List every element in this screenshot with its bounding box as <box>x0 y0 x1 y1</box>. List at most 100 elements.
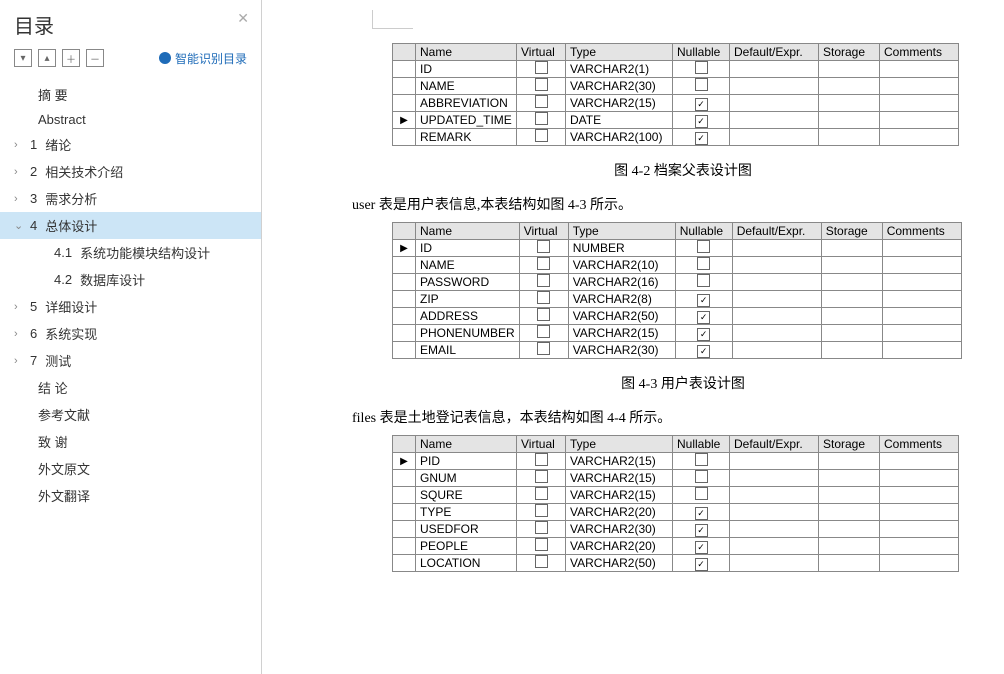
checkbox-icon[interactable]: ✓ <box>695 524 708 537</box>
checkbox-icon[interactable] <box>535 95 548 108</box>
checkbox-icon[interactable] <box>537 240 550 253</box>
cell-type: VARCHAR2(10) <box>568 257 675 274</box>
table-row[interactable]: PEOPLEVARCHAR2(20)✓ <box>393 538 959 555</box>
checkbox-icon[interactable]: ✓ <box>697 294 710 307</box>
checkbox-icon[interactable] <box>697 240 710 253</box>
close-icon[interactable]: ✕ <box>237 10 249 27</box>
table-row[interactable]: NAMEVARCHAR2(30) <box>393 78 959 95</box>
toc-item-9[interactable]: ›6系统实现 <box>0 320 261 347</box>
zoom-in-icon[interactable]: ＋ <box>62 49 80 67</box>
toc-item-4[interactable]: ›3需求分析 <box>0 185 261 212</box>
row-marker-icon <box>393 308 416 325</box>
checkbox-icon[interactable]: ✓ <box>695 132 708 145</box>
checkbox-icon[interactable]: ✓ <box>695 558 708 571</box>
checkbox-icon[interactable]: ✓ <box>695 98 708 111</box>
toc-item-0[interactable]: 摘 要 <box>0 81 261 108</box>
checkbox-icon[interactable] <box>697 257 710 270</box>
toc-num: 2 <box>30 164 37 179</box>
table-row[interactable]: TYPEVARCHAR2(20)✓ <box>393 504 959 521</box>
table-row[interactable]: REMARKVARCHAR2(100)✓ <box>393 129 959 146</box>
checkbox-icon[interactable] <box>535 504 548 517</box>
table-row[interactable]: ▶IDNUMBER <box>393 240 962 257</box>
col-nullable: Nullable <box>675 223 732 240</box>
cell-virtual <box>519 291 568 308</box>
table-row[interactable]: EMAILVARCHAR2(30)✓ <box>393 342 962 359</box>
checkbox-icon[interactable]: ✓ <box>695 507 708 520</box>
checkbox-icon[interactable] <box>535 538 548 551</box>
checkbox-icon[interactable] <box>535 521 548 534</box>
table-row[interactable]: PHONENUMBERVARCHAR2(15)✓ <box>393 325 962 342</box>
checkbox-icon[interactable] <box>535 129 548 142</box>
zoom-out-icon[interactable]: － <box>86 49 104 67</box>
toc-item-12[interactable]: 参考文献 <box>0 401 261 428</box>
checkbox-icon[interactable] <box>535 555 548 568</box>
toc-num: 4 <box>30 218 37 233</box>
chevron-icon: › <box>14 193 26 205</box>
checkbox-icon[interactable] <box>695 78 708 91</box>
checkbox-icon[interactable] <box>535 470 548 483</box>
smart-toc-link[interactable]: 智能识别目录 <box>159 50 247 67</box>
cell-comments <box>880 504 959 521</box>
table-row[interactable]: GNUMVARCHAR2(15) <box>393 470 959 487</box>
cell-name: TYPE <box>416 504 517 521</box>
cell-default <box>730 61 819 78</box>
expand-all-icon[interactable]: ▴ <box>38 49 56 67</box>
checkbox-icon[interactable] <box>695 61 708 74</box>
table-row[interactable]: USEDFORVARCHAR2(30)✓ <box>393 521 959 538</box>
table-row[interactable]: PASSWORDVARCHAR2(16) <box>393 274 962 291</box>
checkbox-icon[interactable] <box>537 342 550 355</box>
cell-name: NAME <box>416 257 520 274</box>
toc-label: 详细设计 <box>45 297 97 316</box>
toc-item-14[interactable]: 外文原文 <box>0 455 261 482</box>
col-nullable: Nullable <box>673 44 730 61</box>
table-row[interactable]: ▶UPDATED_TIMEDATE✓ <box>393 112 959 129</box>
toc-item-7[interactable]: 4.2数据库设计 <box>0 266 261 293</box>
checkbox-icon[interactable] <box>537 274 550 287</box>
cell-nullable <box>673 487 730 504</box>
col-storage: Storage <box>819 436 880 453</box>
checkbox-icon[interactable] <box>535 453 548 466</box>
checkbox-icon[interactable] <box>535 487 548 500</box>
chevron-icon: › <box>14 139 26 151</box>
toc-item-1[interactable]: Abstract <box>0 108 261 131</box>
table-row[interactable]: LOCATIONVARCHAR2(50)✓ <box>393 555 959 572</box>
toc-item-11[interactable]: 结 论 <box>0 374 261 401</box>
checkbox-icon[interactable] <box>537 325 550 338</box>
table-row[interactable]: SQUREVARCHAR2(15) <box>393 487 959 504</box>
checkbox-icon[interactable] <box>695 487 708 500</box>
checkbox-icon[interactable]: ✓ <box>697 345 710 358</box>
toc-item-2[interactable]: ›1绪论 <box>0 131 261 158</box>
checkbox-icon[interactable] <box>535 78 548 91</box>
toc-item-15[interactable]: 外文翻译 <box>0 482 261 509</box>
checkbox-icon[interactable]: ✓ <box>697 328 710 341</box>
row-marker-icon <box>393 342 416 359</box>
cell-storage <box>819 555 880 572</box>
checkbox-icon[interactable]: ✓ <box>697 311 710 324</box>
toc-item-5[interactable]: ⌄4总体设计 <box>0 212 261 239</box>
checkbox-icon[interactable] <box>537 291 550 304</box>
row-marker-icon <box>393 325 416 342</box>
cell-nullable <box>675 257 732 274</box>
toc-item-8[interactable]: ›5详细设计 <box>0 293 261 320</box>
checkbox-icon[interactable]: ✓ <box>695 115 708 128</box>
checkbox-icon[interactable] <box>697 274 710 287</box>
checkbox-icon[interactable] <box>695 470 708 483</box>
toc-item-3[interactable]: ›2相关技术介绍 <box>0 158 261 185</box>
checkbox-icon[interactable] <box>535 112 548 125</box>
checkbox-icon[interactable] <box>695 453 708 466</box>
table-row[interactable]: IDVARCHAR2(1) <box>393 61 959 78</box>
checkbox-icon[interactable] <box>535 61 548 74</box>
table-row[interactable]: ZIPVARCHAR2(8)✓ <box>393 291 962 308</box>
checkbox-icon[interactable]: ✓ <box>695 541 708 554</box>
toc-item-13[interactable]: 致 谢 <box>0 428 261 455</box>
checkbox-icon[interactable] <box>537 257 550 270</box>
table-row[interactable]: ABBREVIATIONVARCHAR2(15)✓ <box>393 95 959 112</box>
table-row[interactable]: NAME VARCHAR2(10) <box>393 257 962 274</box>
checkbox-icon[interactable] <box>537 308 550 321</box>
toc-item-6[interactable]: 4.1系统功能模块结构设计 <box>0 239 261 266</box>
collapse-all-icon[interactable]: ▾ <box>14 49 32 67</box>
toc-item-10[interactable]: ›7测试 <box>0 347 261 374</box>
cell-storage <box>821 325 882 342</box>
table-row[interactable]: ▶PIDVARCHAR2(15) <box>393 453 959 470</box>
table-row[interactable]: ADDRESSVARCHAR2(50)✓ <box>393 308 962 325</box>
